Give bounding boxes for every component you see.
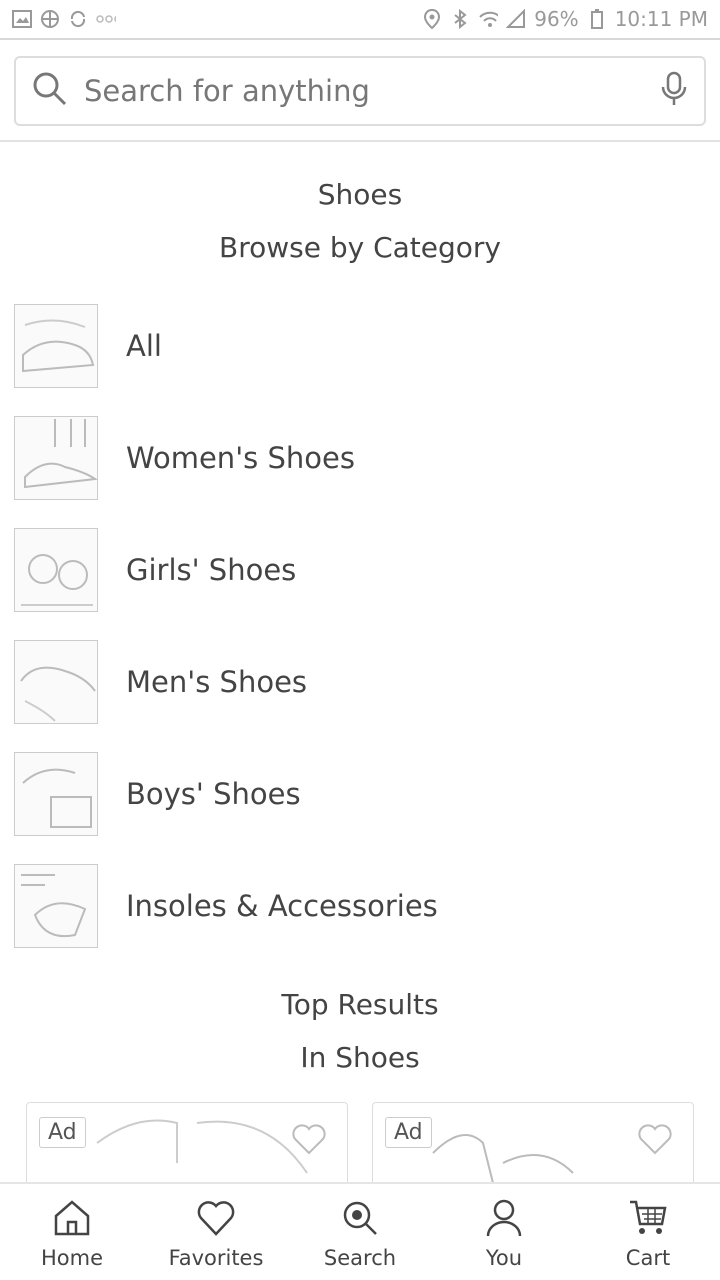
category-label: All	[126, 329, 162, 363]
nav-favorites[interactable]: Favorites	[144, 1184, 288, 1280]
search-box[interactable]	[14, 56, 706, 126]
section-title: Shoes	[317, 178, 403, 211]
battery-icon	[587, 9, 607, 29]
category-thumbnail	[14, 864, 98, 948]
favorite-heart-icon[interactable]	[291, 1123, 327, 1159]
cart-icon	[628, 1198, 668, 1242]
signal-icon	[506, 9, 526, 29]
product-card[interactable]: Ad	[372, 1102, 694, 1182]
category-item-girls-shoes[interactable]: Girls' Shoes	[0, 514, 720, 626]
search-icon	[340, 1198, 380, 1242]
category-thumbnail	[14, 752, 98, 836]
category-item-all[interactable]: All	[0, 290, 720, 402]
product-card[interactable]: Ad	[26, 1102, 348, 1182]
sync-notification-icon	[68, 9, 88, 29]
category-item-womens-shoes[interactable]: Women's Shoes	[0, 402, 720, 514]
category-item-boys-shoes[interactable]: Boys' Shoes	[0, 738, 720, 850]
category-item-mens-shoes[interactable]: Men's Shoes	[0, 626, 720, 738]
category-label: Girls' Shoes	[126, 553, 297, 587]
ad-badge: Ad	[39, 1117, 86, 1148]
bottom-navigation: Home Favorites Search You Cart	[0, 1182, 720, 1280]
nav-label: Favorites	[168, 1246, 264, 1270]
category-list: All Women's Shoes Girls' Shoes Men's Sho…	[0, 290, 720, 962]
search-input[interactable]	[84, 74, 660, 108]
category-label: Insoles & Accessories	[126, 889, 438, 923]
pinwheel-notification-icon	[40, 9, 60, 29]
nav-cart[interactable]: Cart	[576, 1184, 720, 1280]
nav-label: Home	[40, 1246, 103, 1270]
results-section-header: Top Results In Shoes	[0, 988, 720, 1074]
clock: 10:11 PM	[614, 7, 708, 31]
status-bar-left	[12, 9, 116, 29]
image-notification-icon	[12, 9, 32, 29]
results-cards: Ad Ad	[0, 1102, 720, 1182]
search-bar-container	[0, 42, 720, 142]
status-bar-right: 96% 10:11 PM	[422, 7, 708, 31]
wifi-icon	[478, 9, 499, 29]
heart-icon	[196, 1198, 236, 1242]
section-subtitle: Browse by Category	[219, 231, 501, 264]
nav-label: Cart	[625, 1246, 671, 1270]
category-label: Men's Shoes	[126, 665, 308, 699]
battery-percent: 96%	[534, 7, 579, 31]
nav-label: Search	[323, 1246, 397, 1270]
category-thumbnail	[14, 304, 98, 388]
nav-label: You	[485, 1246, 523, 1270]
status-bar: 96% 10:11 PM	[0, 0, 720, 40]
category-thumbnail	[14, 528, 98, 612]
section-title: Top Results	[281, 988, 439, 1021]
ad-badge: Ad	[385, 1117, 432, 1148]
category-thumbnail	[14, 416, 98, 500]
search-icon	[32, 71, 68, 111]
more-notifications-icon	[96, 9, 116, 29]
nav-you[interactable]: You	[432, 1184, 576, 1280]
category-thumbnail	[14, 640, 98, 724]
favorite-heart-icon[interactable]	[637, 1123, 673, 1159]
category-section-header: Shoes Browse by Category	[0, 178, 720, 264]
microphone-icon[interactable]	[660, 71, 688, 111]
nav-search[interactable]: Search	[288, 1184, 432, 1280]
nav-home[interactable]: Home	[0, 1184, 144, 1280]
bluetooth-icon	[450, 9, 470, 29]
section-subtitle: In Shoes	[300, 1041, 420, 1074]
category-label: Boys' Shoes	[126, 777, 301, 811]
location-icon	[422, 9, 442, 29]
category-item-insoles-accessories[interactable]: Insoles & Accessories	[0, 850, 720, 962]
user-icon	[484, 1198, 524, 1242]
home-icon	[52, 1198, 92, 1242]
category-label: Women's Shoes	[126, 441, 355, 475]
